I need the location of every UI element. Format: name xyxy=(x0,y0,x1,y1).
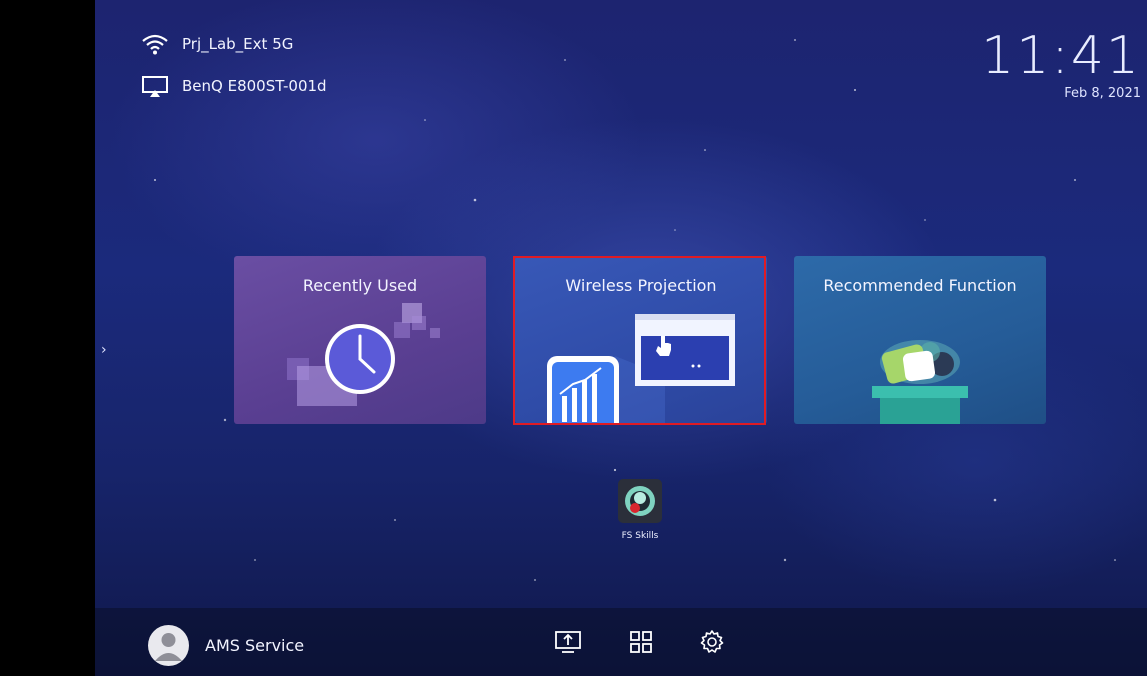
clock-time: 11:41 xyxy=(981,26,1141,86)
settings-button[interactable] xyxy=(698,630,726,658)
clock-icon xyxy=(287,303,440,406)
apps-grid-button[interactable] xyxy=(627,630,655,658)
screen-share-icon xyxy=(554,630,582,658)
clock-widget: 11:41 Feb 8, 2021 xyxy=(981,30,1141,101)
tile-wireless-projection[interactable]: Wireless Projection xyxy=(515,256,767,424)
wifi-status: Prj_Lab_Ext 5G xyxy=(140,33,293,55)
bottom-bar: AMS Service xyxy=(95,608,1147,676)
app-fs-skills[interactable]: FS Skills xyxy=(618,479,662,541)
gear-icon xyxy=(699,629,725,659)
wifi-name: Prj_Lab_Ext 5G xyxy=(182,35,294,53)
home-screen: Prj_Lab_Ext 5G BenQ E800ST-001d 11:41 Fe… xyxy=(95,0,1147,676)
apps-grid-icon xyxy=(629,630,653,658)
app-box-icon xyxy=(872,340,968,424)
phone-to-screen-icon xyxy=(547,314,735,424)
fs-skills-app-icon xyxy=(618,479,662,523)
avatar xyxy=(148,625,189,666)
clock-date: Feb 8, 2021 xyxy=(1064,86,1141,101)
screen-share-button[interactable] xyxy=(554,630,582,658)
device-name: BenQ E800ST-001d xyxy=(182,77,327,95)
user-name: AMS Service xyxy=(205,636,305,655)
cast-device-status: BenQ E800ST-001d xyxy=(140,74,327,98)
tile-recently-used[interactable]: Recently Used xyxy=(234,256,486,424)
screen-cast-icon xyxy=(140,74,170,98)
chevron-right-icon[interactable]: › xyxy=(101,342,107,358)
user-account[interactable]: AMS Service xyxy=(148,625,304,666)
app-label: FS Skills xyxy=(621,531,659,541)
tile-recommended-function[interactable]: Recommended Function xyxy=(794,256,1046,424)
wifi-icon xyxy=(140,33,170,55)
